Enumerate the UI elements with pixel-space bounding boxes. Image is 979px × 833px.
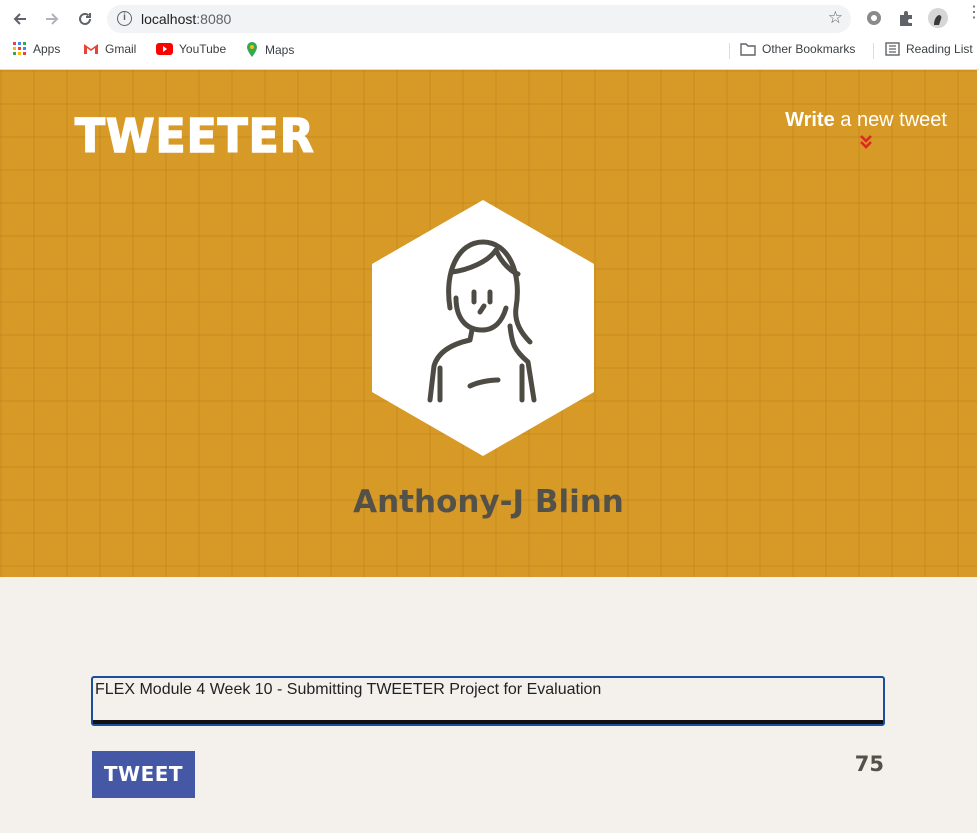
textarea-underline	[93, 720, 883, 724]
back-icon[interactable]	[9, 8, 31, 30]
bookmark-label: Maps	[265, 42, 295, 57]
apps-grid-icon	[13, 42, 26, 55]
bookmark-label: Reading List	[906, 42, 973, 56]
folder-icon	[740, 42, 756, 56]
url-text: localhost:8080	[141, 11, 232, 27]
bookmark-gmail[interactable]: Gmail	[83, 42, 136, 56]
bookmark-apps[interactable]: Apps	[13, 42, 60, 56]
bookmarks-divider	[873, 43, 874, 59]
bookmark-youtube[interactable]: YouTube	[156, 42, 226, 56]
gmail-icon	[84, 44, 98, 54]
app-logo: TWEETER	[74, 109, 315, 164]
write-label-rest: a new tweet	[834, 109, 947, 131]
profile-header: TWEETER Write a new tweet Anthony-J Blin…	[0, 70, 977, 577]
bookmarks-bar: Apps Gmail YouTube Maps Other Bookmarks …	[0, 38, 979, 64]
double-chevron-down-icon[interactable]	[857, 133, 875, 151]
maps-pin-icon	[247, 42, 257, 57]
write-new-tweet-link[interactable]: Write a new tweet	[785, 109, 947, 132]
bookmark-maps[interactable]: Maps	[245, 42, 294, 57]
write-label-bold: Write	[785, 109, 835, 131]
address-bar[interactable]: i localhost:8080 ☆	[107, 5, 851, 33]
youtube-icon	[156, 43, 173, 55]
menu-kebab-icon[interactable]: ⋮	[966, 5, 979, 21]
bookmark-label: YouTube	[179, 42, 227, 56]
character-counter: 75	[854, 752, 884, 776]
bookmarks-divider	[729, 43, 730, 59]
profile-username: Anthony-J Blinn	[353, 484, 624, 520]
avatar	[372, 200, 594, 456]
bookmark-label: Other Bookmarks	[762, 42, 856, 56]
profile-avatar-icon[interactable]	[928, 8, 948, 28]
browser-toolbar: i localhost:8080 ☆ ⋮	[0, 0, 979, 38]
bookmark-label: Gmail	[105, 42, 137, 56]
browser-chrome: i localhost:8080 ☆ ⋮ Apps Gmail YouTube	[0, 0, 979, 70]
info-icon[interactable]: i	[117, 11, 132, 26]
puzzle-icon[interactable]	[897, 9, 915, 27]
forward-icon[interactable]	[41, 8, 63, 30]
bookmark-label: Apps	[33, 42, 61, 56]
bookmark-other-folder[interactable]: Other Bookmarks	[740, 42, 855, 56]
extension-gear-icon[interactable]	[865, 9, 883, 27]
reading-list-icon	[885, 42, 900, 56]
reading-list[interactable]: Reading List	[885, 42, 973, 56]
tweet-textarea-value: FLEX Module 4 Week 10 - Submitting TWEET…	[95, 681, 602, 698]
reload-icon[interactable]	[74, 8, 96, 30]
bookmark-star-icon[interactable]: ☆	[828, 8, 843, 28]
tweet-submit-button[interactable]: TWEET	[92, 751, 195, 798]
tweet-textarea[interactable]: FLEX Module 4 Week 10 - Submitting TWEET…	[91, 676, 885, 726]
